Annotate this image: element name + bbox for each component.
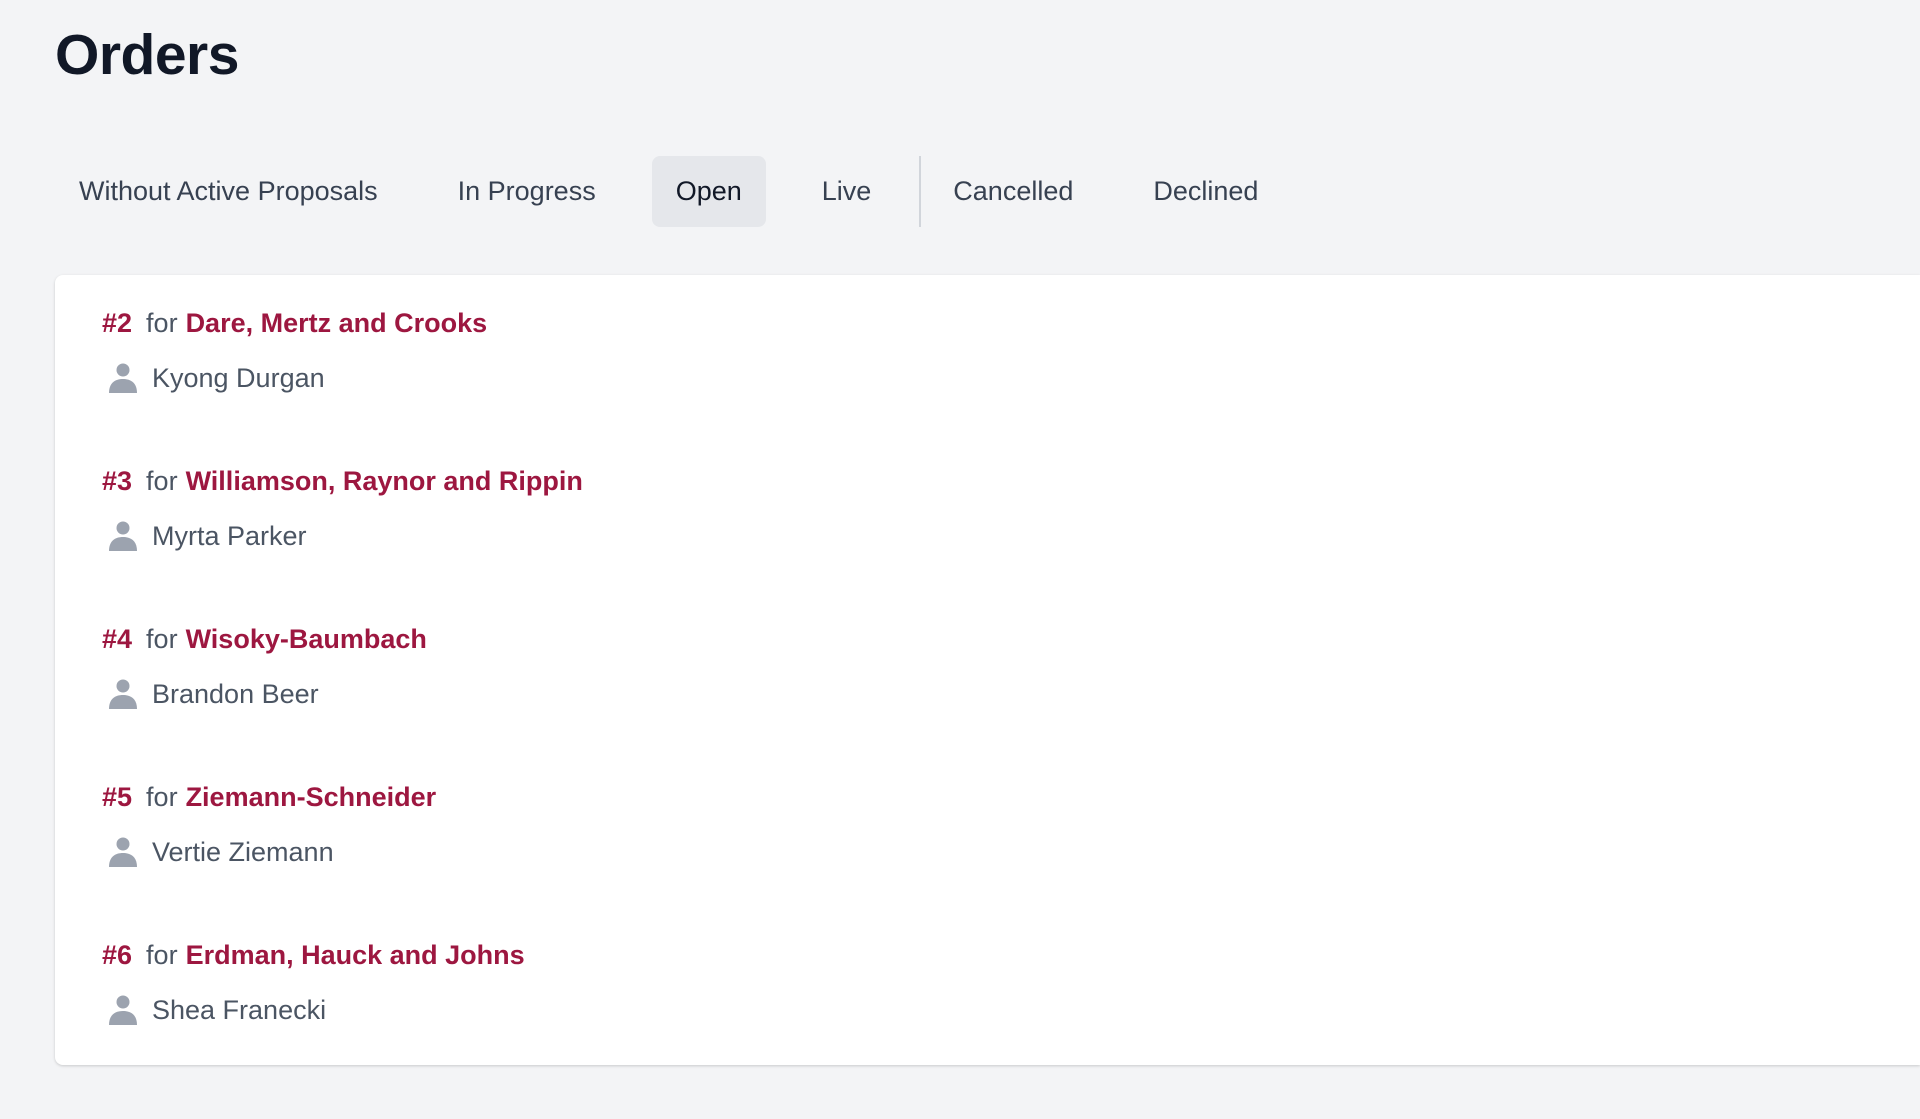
order-number-link[interactable]: #4: [102, 621, 132, 657]
orders-page: Orders Without Active Proposals In Progr…: [0, 0, 1920, 1119]
tab-in-progress[interactable]: In Progress: [434, 156, 620, 227]
order-number-link[interactable]: #6: [102, 937, 132, 973]
tab-open[interactable]: Open: [651, 156, 766, 227]
user-icon: [109, 837, 137, 867]
order-heading: #5 for Ziemann-Schneider: [102, 779, 1920, 815]
list-item: #4 for Wisoky-Baumbach Brandon Beer: [102, 621, 1920, 779]
page-title: Orders: [55, 23, 239, 87]
contact-name: Kyong Durgan: [152, 362, 325, 393]
order-for-label: for: [146, 466, 178, 496]
order-heading: #2 for Dare, Mertz and Crooks: [102, 305, 1920, 341]
order-for-label: for: [146, 940, 178, 970]
list-item: #5 for Ziemann-Schneider Vertie Ziemann: [102, 779, 1920, 937]
order-contact: Brandon Beer: [102, 676, 1920, 712]
order-company-link[interactable]: Dare, Mertz and Crooks: [186, 305, 488, 341]
contact-name: Myrta Parker: [152, 520, 307, 551]
order-company-link[interactable]: Erdman, Hauck and Johns: [186, 937, 525, 973]
order-contact: Shea Franecki: [102, 992, 1920, 1028]
tab-without-active-proposals[interactable]: Without Active Proposals: [55, 156, 402, 227]
tab-cancelled[interactable]: Cancelled: [929, 156, 1097, 227]
order-for-label: for: [146, 308, 178, 338]
list-item: #2 for Dare, Mertz and Crooks Kyong Durg…: [102, 305, 1920, 463]
tab-divider: [919, 156, 922, 227]
user-icon: [109, 363, 137, 393]
order-heading: #3 for Williamson, Raynor and Rippin: [102, 463, 1920, 499]
order-number-link[interactable]: #2: [102, 305, 132, 341]
list-item: #6 for Erdman, Hauck and Johns Shea Fran…: [102, 937, 1920, 1095]
order-contact: Kyong Durgan: [102, 360, 1920, 396]
list-item: #3 for Williamson, Raynor and Rippin Myr…: [102, 463, 1920, 621]
order-for-label: for: [146, 782, 178, 812]
contact-name: Brandon Beer: [152, 678, 319, 709]
order-company-link[interactable]: Ziemann-Schneider: [186, 779, 437, 815]
contact-name: Shea Franecki: [152, 994, 327, 1025]
order-contact: Myrta Parker: [102, 518, 1920, 554]
order-company-link[interactable]: Wisoky-Baumbach: [186, 621, 427, 657]
order-heading: #4 for Wisoky-Baumbach: [102, 621, 1920, 657]
tab-live[interactable]: Live: [798, 156, 896, 227]
order-number-link[interactable]: #3: [102, 463, 132, 499]
order-number-link[interactable]: #5: [102, 779, 132, 815]
order-contact: Vertie Ziemann: [102, 834, 1920, 870]
order-status-tabs: Without Active Proposals In Progress Ope…: [55, 156, 1282, 227]
orders-card: #2 for Dare, Mertz and Crooks Kyong Durg…: [55, 275, 1920, 1065]
user-icon: [109, 679, 137, 709]
tab-declined[interactable]: Declined: [1129, 156, 1282, 227]
order-for-label: for: [146, 624, 178, 654]
order-heading: #6 for Erdman, Hauck and Johns: [102, 937, 1920, 973]
user-icon: [109, 995, 137, 1025]
contact-name: Vertie Ziemann: [152, 836, 334, 867]
order-company-link[interactable]: Williamson, Raynor and Rippin: [186, 463, 583, 499]
order-list: #2 for Dare, Mertz and Crooks Kyong Durg…: [55, 275, 1920, 1095]
user-icon: [109, 521, 137, 551]
